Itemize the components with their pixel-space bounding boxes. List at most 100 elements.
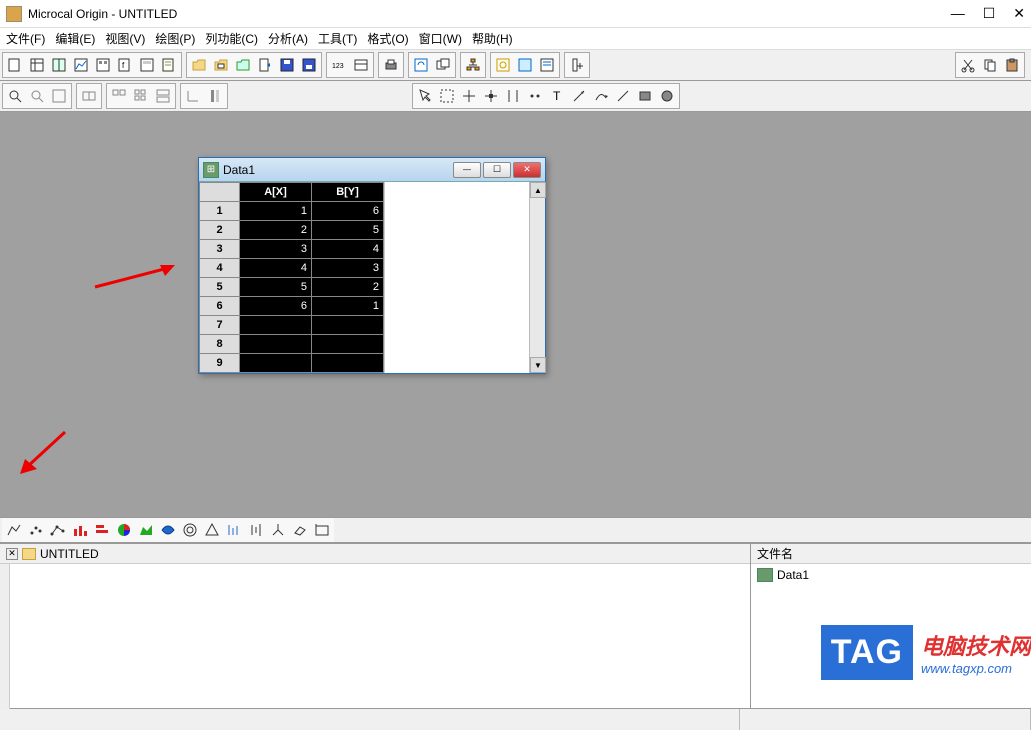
ternary-plot-button[interactable] xyxy=(201,519,223,541)
new-function-button[interactable]: f xyxy=(114,54,136,76)
bar-plot-button[interactable] xyxy=(91,519,113,541)
mask-tool[interactable] xyxy=(524,85,546,107)
column-header-b[interactable]: B[Y] xyxy=(312,183,384,202)
cell[interactable] xyxy=(312,335,384,354)
column-numeric-button[interactable]: 123 xyxy=(328,54,350,76)
layer-tool-button[interactable] xyxy=(78,85,100,107)
cell[interactable]: 3 xyxy=(312,259,384,278)
window-minimize-button[interactable]: — xyxy=(951,5,965,22)
line-scatter-plot-button[interactable] xyxy=(47,519,69,541)
column-plot-button[interactable] xyxy=(69,519,91,541)
cell[interactable]: 4 xyxy=(312,240,384,259)
scatter-plot-button[interactable] xyxy=(25,519,47,541)
add-axes-button[interactable] xyxy=(182,85,204,107)
data-window-close[interactable] xyxy=(513,162,541,178)
cell[interactable] xyxy=(240,316,312,335)
new-layout-button[interactable] xyxy=(136,54,158,76)
add-color-scale-button[interactable] xyxy=(204,85,226,107)
data-reader-tool[interactable] xyxy=(480,85,502,107)
project-explorer-body[interactable] xyxy=(10,564,750,708)
window-maximize-button[interactable]: ☐ xyxy=(983,5,996,22)
new-project-button[interactable] xyxy=(4,54,26,76)
cell[interactable]: 4 xyxy=(240,259,312,278)
scroll-down-button[interactable]: ▼ xyxy=(530,357,546,373)
row-header[interactable]: 9 xyxy=(200,354,240,373)
cell[interactable]: 5 xyxy=(240,278,312,297)
cell[interactable]: 3 xyxy=(240,240,312,259)
panel-vert-button[interactable] xyxy=(152,85,174,107)
row-header[interactable]: 3 xyxy=(200,240,240,259)
cell[interactable] xyxy=(312,354,384,373)
circle-tool[interactable] xyxy=(656,85,678,107)
row-header[interactable]: 7 xyxy=(200,316,240,335)
menu-edit[interactable]: 编辑(E) xyxy=(55,30,95,47)
arrow-tool[interactable] xyxy=(568,85,590,107)
row-header[interactable]: 1 xyxy=(200,202,240,221)
paste-button[interactable] xyxy=(1001,54,1023,76)
extract-layers-button[interactable] xyxy=(108,85,130,107)
row-header[interactable]: 5 xyxy=(200,278,240,297)
cut-button[interactable] xyxy=(957,54,979,76)
polar-plot-button[interactable] xyxy=(157,519,179,541)
surface-plot-button[interactable] xyxy=(289,519,311,541)
new-graph-button[interactable] xyxy=(70,54,92,76)
grid-corner[interactable] xyxy=(200,183,240,202)
curved-arrow-tool[interactable] xyxy=(590,85,612,107)
menu-view[interactable]: 视图(V) xyxy=(105,30,145,47)
xyz-plot-button[interactable] xyxy=(267,519,289,541)
file-list-header[interactable]: 文件名 xyxy=(751,544,1031,564)
script-window-button[interactable] xyxy=(514,54,536,76)
pie-plot-button[interactable] xyxy=(113,519,135,541)
zoom-out-button[interactable] xyxy=(26,85,48,107)
results-log-button[interactable] xyxy=(492,54,514,76)
contour-plot-button[interactable] xyxy=(179,519,201,541)
data-selector-tool[interactable] xyxy=(502,85,524,107)
template-plot-button[interactable] xyxy=(311,519,333,541)
merge-button[interactable] xyxy=(130,85,152,107)
menu-help[interactable]: 帮助(H) xyxy=(472,30,513,47)
import-button[interactable] xyxy=(254,54,276,76)
data-window-minimize[interactable] xyxy=(453,162,481,178)
cell[interactable]: 2 xyxy=(240,221,312,240)
data-window-maximize[interactable] xyxy=(483,162,511,178)
menu-plot[interactable]: 绘图(P) xyxy=(155,30,195,47)
data-window[interactable]: Data1 A[X] B[Y] 1 1 62 2 53 3 44 4 35 5 … xyxy=(198,157,546,374)
screen-reader-tool[interactable] xyxy=(458,85,480,107)
project-name[interactable]: UNTITLED xyxy=(40,547,99,561)
zoom-rect-tool[interactable] xyxy=(436,85,458,107)
open-template-button[interactable] xyxy=(210,54,232,76)
file-item[interactable]: Data1 xyxy=(757,568,1025,582)
menu-file[interactable]: 文件(F) xyxy=(6,30,45,47)
hierarchy-button[interactable] xyxy=(462,54,484,76)
column-text-button[interactable] xyxy=(350,54,372,76)
window-close-button[interactable]: ✕ xyxy=(1013,5,1025,22)
cell[interactable]: 1 xyxy=(240,202,312,221)
text-tool[interactable]: T xyxy=(546,85,568,107)
new-matrix-button[interactable] xyxy=(92,54,114,76)
pointer-tool[interactable] xyxy=(414,85,436,107)
grid-scrollbar[interactable]: ▲ ▼ xyxy=(529,182,545,373)
open-excel-button[interactable] xyxy=(232,54,254,76)
cell[interactable]: 5 xyxy=(312,221,384,240)
row-header[interactable]: 6 xyxy=(200,297,240,316)
row-header[interactable]: 2 xyxy=(200,221,240,240)
vector-plot-button[interactable] xyxy=(223,519,245,541)
new-worksheet-button[interactable] xyxy=(26,54,48,76)
cell[interactable]: 2 xyxy=(312,278,384,297)
cell[interactable]: 6 xyxy=(312,202,384,221)
panel-close-button[interactable]: ✕ xyxy=(6,548,18,560)
menu-window[interactable]: 窗口(W) xyxy=(419,30,462,47)
line-tool[interactable] xyxy=(612,85,634,107)
cell[interactable] xyxy=(240,354,312,373)
save-template-button[interactable] xyxy=(298,54,320,76)
add-column-button[interactable] xyxy=(566,54,588,76)
zoom-in-button[interactable] xyxy=(4,85,26,107)
menu-format[interactable]: 格式(O) xyxy=(367,30,408,47)
scroll-up-button[interactable]: ▲ xyxy=(530,182,546,198)
row-header[interactable]: 4 xyxy=(200,259,240,278)
code-builder-button[interactable] xyxy=(536,54,558,76)
data-grid[interactable]: A[X] B[Y] 1 1 62 2 53 3 44 4 35 5 26 6 1… xyxy=(199,182,384,373)
column-header-a[interactable]: A[X] xyxy=(240,183,312,202)
new-notes-button[interactable] xyxy=(158,54,180,76)
rescale-button[interactable] xyxy=(48,85,70,107)
